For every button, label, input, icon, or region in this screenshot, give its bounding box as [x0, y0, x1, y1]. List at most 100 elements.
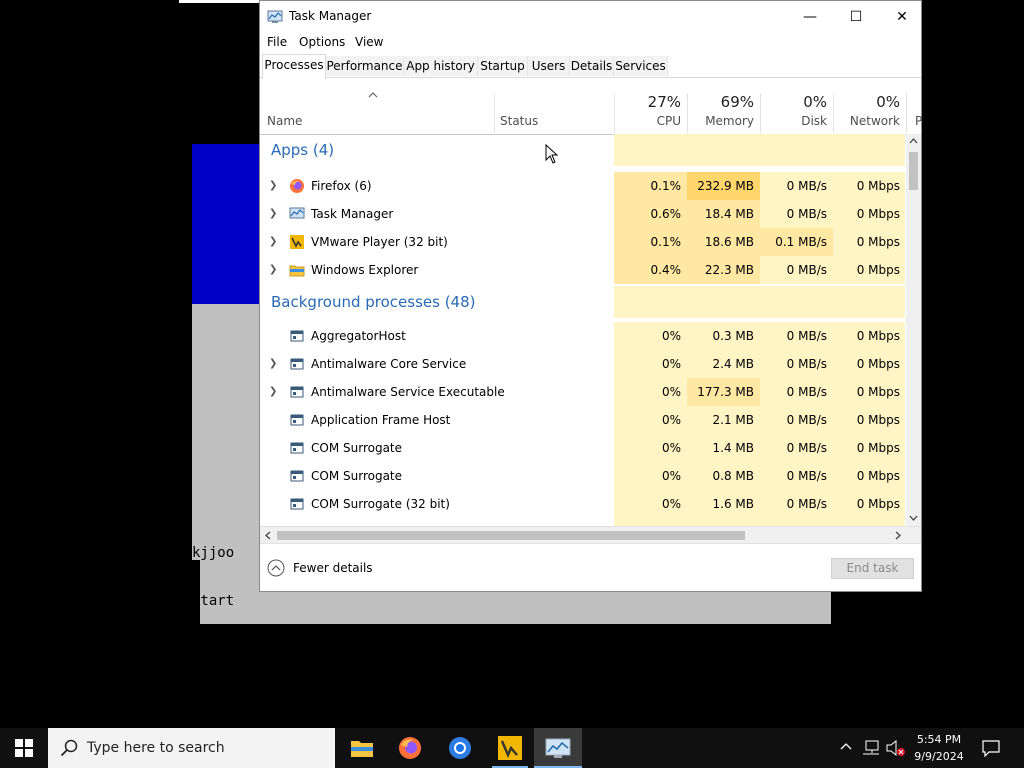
- tab-details[interactable]: Details: [570, 56, 614, 76]
- column-name[interactable]: Name: [267, 114, 302, 128]
- taskbar-file-explorer[interactable]: [338, 728, 386, 768]
- taskbar-chrome[interactable]: [436, 728, 484, 768]
- end-task-button[interactable]: End task: [831, 558, 914, 579]
- notifications-icon[interactable]: [982, 739, 1000, 757]
- memory-cell: 177.3 MB: [687, 378, 760, 406]
- chevron-right-icon[interactable]: ❯: [269, 358, 277, 369]
- title-bar[interactable]: Task Manager — ☐ ✕: [260, 1, 921, 33]
- disk-cell: 0 MB/s: [760, 322, 833, 350]
- process-name: Firefox (6): [311, 179, 372, 193]
- table-row[interactable]: ❯ Task Manager 0.6% 18.4 MB 0 MB/s 0 Mbp…: [260, 200, 905, 228]
- table-row[interactable]: ❯ VMware Player (32 bit) 0.1% 18.6 MB 0.…: [260, 228, 905, 256]
- network-cell: 0 Mbps: [833, 434, 905, 462]
- tab-app-history[interactable]: App history: [404, 56, 478, 76]
- menu-options[interactable]: Options: [299, 35, 345, 49]
- vm-console-text-line1: kjjoo: [192, 545, 235, 561]
- column-cpu[interactable]: CPU: [615, 114, 681, 128]
- heat-cell: [687, 286, 760, 318]
- chevron-right-icon[interactable]: ❯: [269, 208, 277, 219]
- sort-ascending-icon[interactable]: [368, 92, 378, 98]
- process-name: AggregatorHost: [311, 329, 406, 343]
- network-cell: 0 Mbps: [833, 172, 905, 200]
- scroll-right-icon[interactable]: [895, 531, 901, 540]
- taskbar-firefox[interactable]: [386, 728, 434, 768]
- start-button[interactable]: [0, 728, 48, 768]
- app-window-icon: [290, 414, 304, 426]
- group-header-background[interactable]: Background processes (48): [260, 286, 905, 318]
- minimize-button[interactable]: —: [787, 1, 833, 32]
- table-row[interactable]: ❯ Windows Explorer 0.4% 22.3 MB 0 MB/s 0…: [260, 256, 905, 284]
- chevron-right-icon[interactable]: ❯: [269, 236, 277, 247]
- heat-cell: [760, 134, 833, 166]
- taskbar-task-manager[interactable]: [534, 728, 582, 768]
- table-row[interactable]: ❯ Firefox (6) 0.1% 232.9 MB 0 MB/s 0 Mbp…: [260, 172, 905, 200]
- memory-cell: 2.4 MB: [687, 350, 760, 378]
- speaker-muted-icon[interactable]: [886, 740, 906, 757]
- chrome-icon: [449, 737, 471, 759]
- cpu-cell: 0.6%: [614, 200, 687, 228]
- network-icon[interactable]: [862, 740, 880, 756]
- window-title: Task Manager: [289, 9, 372, 23]
- vm-console-blue-region: [192, 144, 259, 304]
- horizontal-scrollbar[interactable]: [260, 526, 921, 544]
- network-cell: 0 Mbps: [833, 256, 905, 284]
- chevron-right-icon[interactable]: ❯: [269, 264, 277, 275]
- vertical-scroll-thumb[interactable]: [909, 152, 918, 190]
- table-row[interactable]: AggregatorHost 0% 0.3 MB 0 MB/s 0 Mbps: [260, 322, 905, 350]
- app-window-icon: [290, 330, 304, 342]
- column-network[interactable]: Network: [834, 114, 900, 128]
- show-hidden-icons-chevron-up-icon[interactable]: [840, 742, 852, 750]
- taskbar-search-box[interactable]: Type here to search: [48, 728, 335, 768]
- column-status[interactable]: Status: [500, 114, 538, 128]
- column-disk[interactable]: Disk: [761, 114, 827, 128]
- scroll-left-icon[interactable]: [265, 531, 271, 540]
- scroll-up-icon[interactable]: [909, 138, 918, 144]
- tab-users[interactable]: Users: [528, 56, 570, 76]
- menu-file[interactable]: File: [267, 35, 287, 49]
- table-row[interactable]: [260, 518, 905, 526]
- chevron-right-icon[interactable]: ❯: [269, 386, 277, 397]
- table-row[interactable]: COM Surrogate 0% 0.8 MB 0 MB/s 0 Mbps: [260, 462, 905, 490]
- close-button[interactable]: ✕: [879, 1, 925, 32]
- table-row[interactable]: COM Surrogate 0% 1.4 MB 0 MB/s 0 Mbps: [260, 434, 905, 462]
- horizontal-scroll-thumb[interactable]: [277, 531, 745, 540]
- maximize-button[interactable]: ☐: [833, 1, 879, 32]
- network-cell: 0 Mbps: [833, 228, 905, 256]
- column-power-partial[interactable]: P: [915, 114, 922, 128]
- group-header-apps[interactable]: Apps (4): [260, 134, 905, 166]
- column-header: Name Status 27% CPU 69% Memory 0% Disk 0…: [260, 77, 922, 135]
- tab-startup[interactable]: Startup: [478, 56, 528, 76]
- table-row[interactable]: COM Surrogate (32 bit) 0% 1.6 MB 0 MB/s …: [260, 490, 905, 518]
- taskbar-vmware[interactable]: [486, 728, 534, 768]
- vm-console-dark-edge: [192, 560, 200, 624]
- process-name: COM Surrogate: [311, 441, 403, 455]
- disk-cell: 0 MB/s: [760, 462, 833, 490]
- menu-view[interactable]: View: [355, 35, 383, 49]
- search-icon: [60, 739, 78, 757]
- table-row[interactable]: Application Frame Host 0% 2.1 MB 0 MB/s …: [260, 406, 905, 434]
- tab-performance[interactable]: Performance: [326, 56, 404, 76]
- task-manager-window[interactable]: Task Manager — ☐ ✕ File Options View Pro…: [259, 0, 922, 592]
- cpu-cell: 0%: [614, 490, 687, 518]
- system-clock[interactable]: 5:54 PM 9/9/2024: [914, 731, 964, 765]
- fewer-details-button[interactable]: Fewer details: [267, 559, 373, 577]
- scroll-down-icon[interactable]: [909, 515, 918, 521]
- clock-time: 5:54 PM: [916, 733, 962, 746]
- column-separator: [494, 93, 495, 133]
- table-row[interactable]: ❯ Antimalware Service Executable 0% 177.…: [260, 378, 905, 406]
- tab-services[interactable]: Services: [614, 56, 668, 76]
- heat-cell: [833, 134, 905, 166]
- table-row[interactable]: ❯ Antimalware Core Service 0% 2.4 MB 0 M…: [260, 350, 905, 378]
- vertical-scrollbar[interactable]: [906, 134, 921, 526]
- process-name: COM Surrogate (32 bit): [311, 497, 450, 511]
- heat-cell: [614, 286, 687, 318]
- vmware-icon: [290, 235, 304, 249]
- cpu-total: 27%: [647, 93, 681, 111]
- cpu-cell: 0.1%: [614, 172, 687, 200]
- disk-cell: [760, 518, 833, 526]
- group-title-apps: Apps (4): [271, 141, 335, 159]
- cpu-cell: 0.4%: [614, 256, 687, 284]
- tab-processes[interactable]: Processes: [262, 54, 326, 79]
- column-memory[interactable]: Memory: [688, 114, 754, 128]
- chevron-right-icon[interactable]: ❯: [269, 180, 277, 191]
